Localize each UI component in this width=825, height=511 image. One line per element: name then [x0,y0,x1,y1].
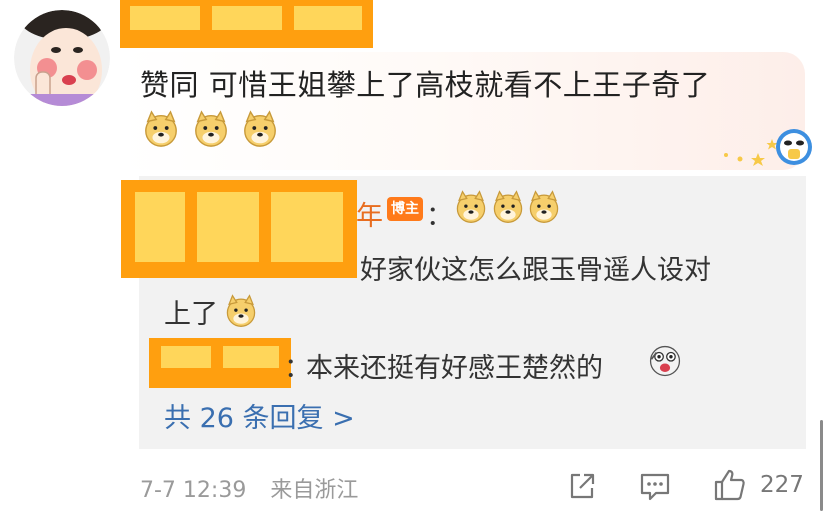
doge-icon [529,190,559,223]
redacted-reply-username [121,180,357,278]
redacted-reply-username [149,338,291,388]
reply-username-suffix[interactable]: 年 [356,194,383,233]
doge-icon [456,190,486,223]
doge-icon [226,294,256,327]
doge-icon [145,110,177,147]
reply-text: 本来还挺有好感王楚然的 [306,353,603,384]
reply-separator: ： [426,201,453,232]
comment-text: 赞同 可惜王姐攀上了高枝就看不上王子奇了 [140,68,711,102]
reply-text-line-1: 好家伙这怎么跟玉骨遥人设对 [360,255,711,286]
comment-time: 7-7 12:39 [140,478,247,503]
like-icon[interactable] [712,468,748,502]
comment-icon[interactable] [638,470,672,502]
reply-text-line-2: 上了 [164,299,218,330]
doge-icon [493,190,523,223]
redacted-username [120,0,373,48]
like-count: 227 [760,472,804,498]
more-replies-link[interactable]: 共 26 条回复 > [164,396,355,435]
share-icon[interactable] [566,470,598,502]
bubble-decoration-icon [724,129,812,166]
doge-icon [195,110,227,147]
scrollbar[interactable] [820,420,823,511]
blogger-badge: 博主 [387,197,423,221]
doge-icon [244,110,276,147]
surprised-face-icon [649,345,681,377]
comment-location: 来自浙江 [270,478,359,503]
user-avatar[interactable] [14,10,110,106]
weibo-comment-screen: 赞同 可惜王姐攀上了高枝就看不上王子奇了 年 博主 ： 好家伙这怎么跟玉骨遥人设… [0,0,825,511]
comment-meta: 7-7 12:39 来自浙江 [140,472,358,504]
